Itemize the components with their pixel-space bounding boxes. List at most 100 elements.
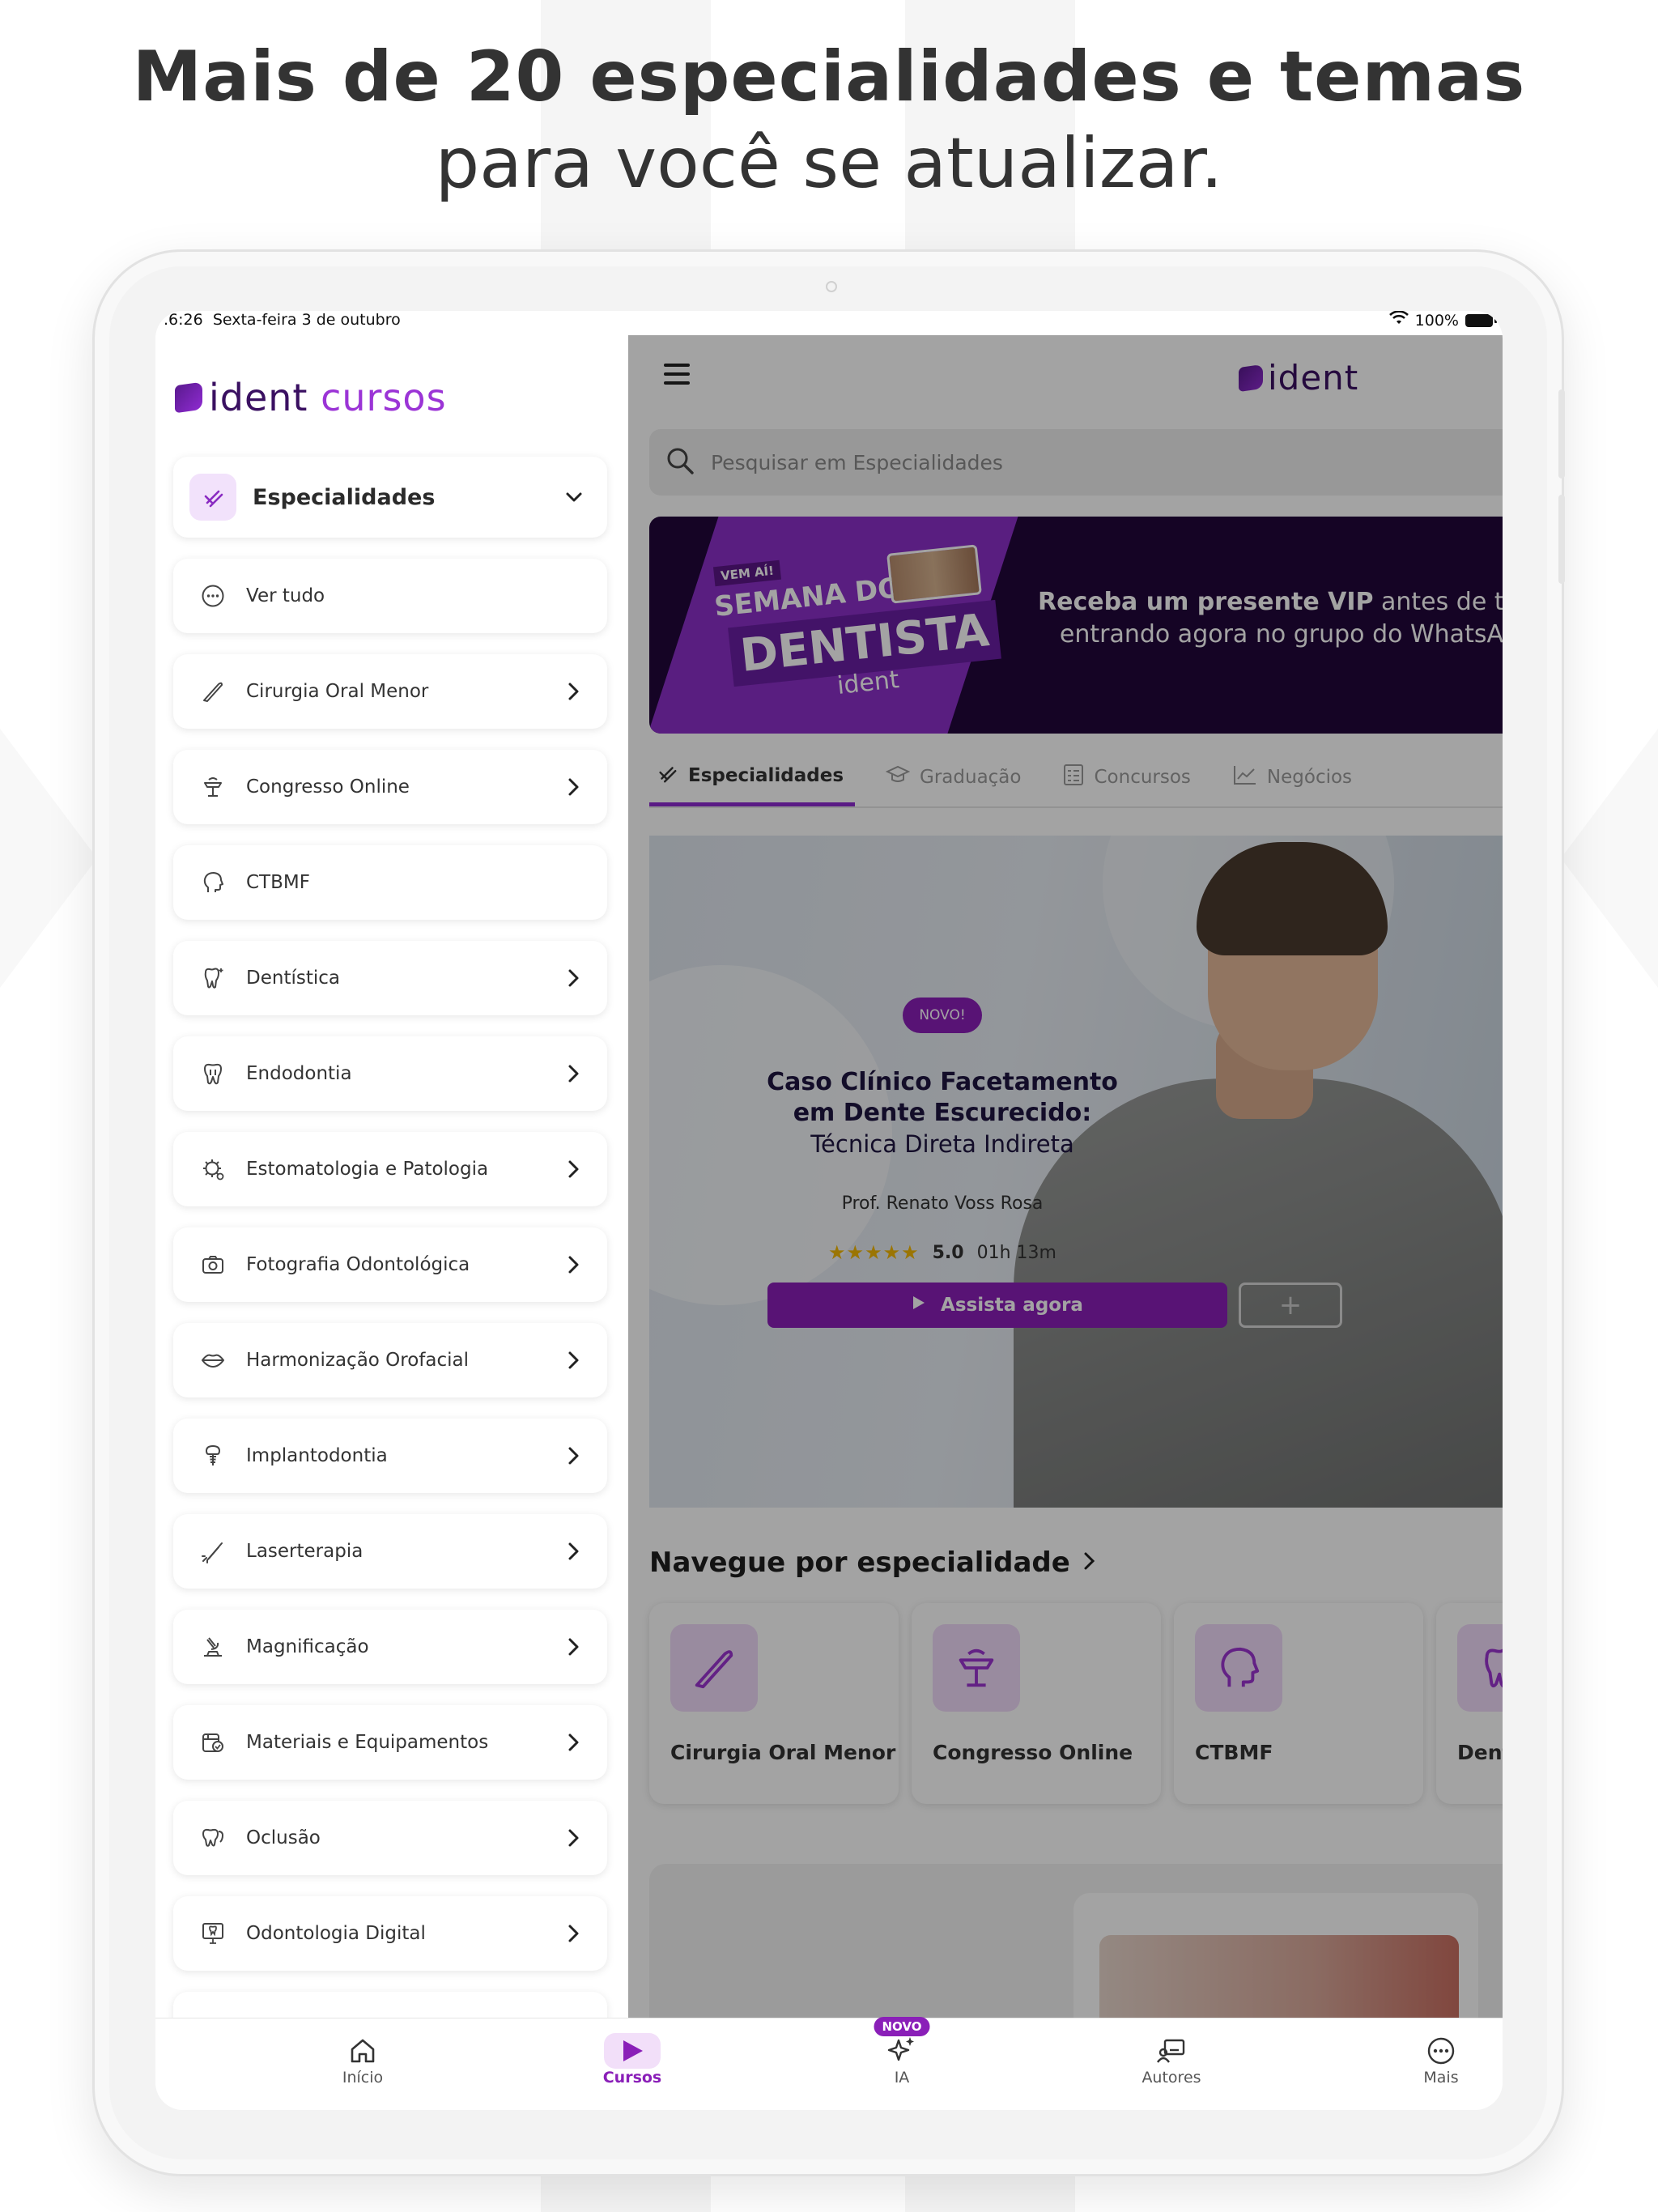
section-title: Navegue por especialidade [649,1546,1070,1579]
sidebar-item-label: Magnificação [246,1636,369,1657]
course-title-line-2: em Dente Escurecido: [793,1099,1092,1127]
sidebar-item-label: Materiais e Equipamentos [246,1732,489,1753]
ident-logo[interactable]: ident [1239,358,1358,398]
tab-graduacao[interactable]: Graduação [879,748,1032,806]
tabbar-ia[interactable]: NOVO IA [837,2017,967,2087]
banner-message-line-2: entrando agora no grupo do WhatsApp [1059,620,1503,649]
course-author: Prof. Renato Voss Rosa [841,1193,1044,1214]
headline-line-1: Mais de 20 especialidades e temas [132,36,1526,117]
watch-now-button[interactable]: Assista agora [767,1283,1227,1328]
sidebar-item[interactable]: Laserterapia [173,1514,607,1589]
banner-message: Receba um presente VIP antes de todos en… [1038,586,1503,651]
scalpel-icon [201,679,225,704]
front-camera [826,281,837,292]
specialty-card[interactable]: Dent [1436,1603,1503,1804]
sidebar-item[interactable]: Fotografia Odontológica [173,1227,607,1302]
sidebar-item-label: Implantodontia [246,1445,388,1466]
sidebar-item[interactable]: Odontopediatria [173,1992,607,2018]
sidebar-item-label: Dentística [246,968,340,989]
implant-icon [201,1444,225,1468]
logo-mark-icon [1239,364,1263,392]
sparkles-icon [887,2035,916,2067]
course-meta: ★★★★★ 5.0 01h 13m [764,1241,1120,1264]
sidebar-item[interactable]: Odontologia Digital [173,1896,607,1971]
hero-actions: Assista agora + [767,1283,1342,1328]
sidebar-item[interactable]: Oclusão [173,1801,607,1875]
play-icon [912,1295,926,1316]
dots-circle-icon [201,584,225,608]
chevron-right-icon [562,1444,586,1468]
sidebar-item[interactable]: Endodontia [173,1036,607,1111]
add-to-list-button[interactable]: + [1239,1283,1342,1328]
rating-value: 5.0 [932,1242,964,1263]
sidebar-item[interactable]: CTBMF [173,845,607,920]
specialty-card[interactable]: CTBMF [1174,1603,1423,1804]
chevron-right-icon [562,1635,586,1659]
sidebar-item-label: Odontologia Digital [246,1923,426,1944]
sidebar-item-label: Congresso Online [246,776,410,798]
course-title-line-1: Caso Clínico Facetamento [767,1068,1118,1096]
tab-label: Concursos [1094,767,1191,788]
sidebar-item[interactable]: Materiais e Equipamentos [173,1705,607,1780]
logo-text: ident [209,376,308,419]
tab-especialidades[interactable]: Especialidades [649,748,856,806]
rating-stars-icon: ★★★★★ [828,1241,920,1264]
banner-message-bold: Receba um presente VIP [1038,588,1374,616]
virus-icon [201,1157,225,1181]
camera-icon [201,1253,225,1277]
sidebar-item-label: Harmonização Orofacial [246,1350,470,1371]
sidebar-item-label: Oclusão [246,1827,321,1848]
tablet-screen: .6:26 Sexta-feira 3 de outubro 100% iden… [155,311,1503,2110]
chevron-right-icon [562,1348,586,1372]
sidebar-item[interactable]: Magnificação [173,1610,607,1684]
specialty-card-label: Cirurgia Oral Menor [670,1741,896,1764]
bottom-tab-bar: Início Cursos NOVO IA Autores Mais [155,2017,1503,2110]
sidebar-item[interactable]: Ver tudo [173,559,607,633]
main-content: ident Pesquisar em Especialidades VEM AÍ… [628,335,1503,2018]
specialties-dropdown[interactable]: Especialidades [173,457,607,538]
watch-now-label: Assista agora [941,1295,1083,1316]
chevron-right-icon [562,1061,586,1086]
tabbar-label: Mais [1423,2069,1459,2087]
sidebar-item[interactable]: Dentística [173,941,607,1015]
search-input[interactable]: Pesquisar em Especialidades [649,429,1503,496]
sidebar-item-label: Estomatologia e Patologia [246,1159,489,1180]
status-bar: .6:26 Sexta-feira 3 de outubro 100% [155,311,1503,335]
tab-negocios[interactable]: Negócios [1226,748,1363,806]
chevron-right-icon [1082,1546,1098,1579]
tabbar-autores[interactable]: Autores [1107,2033,1236,2087]
tabbar-mais[interactable]: Mais [1376,2033,1503,2087]
logo-accent: cursos [321,376,447,419]
tab-concursos[interactable]: Concursos [1056,748,1201,806]
tooth-tools-icon [656,762,678,789]
sidebar-item-label: Laserterapia [246,1541,363,1562]
promo-banner[interactable]: VEM AÍ! SEMANA DO DENTISTA ident Receba … [649,517,1503,734]
ident-cursos-logo[interactable]: ident cursos [175,376,447,419]
specialty-card-label: Dent [1457,1741,1503,1764]
sidebar-item[interactable]: Harmonização Orofacial [173,1323,607,1397]
sidebar-item[interactable]: Cirurgia Oral Menor [173,654,607,729]
featured-course-hero[interactable]: NOVO! Caso Clínico Facetamento em Dente … [649,836,1503,1508]
chevron-right-icon [562,1826,586,1850]
sidebar-item[interactable]: Congresso Online [173,750,607,824]
sidebar-item[interactable]: Estomatologia e Patologia [173,1132,607,1206]
sidebar-item-label: Cirurgia Oral Menor [246,681,429,702]
tabbar-inicio[interactable]: Início [298,2033,427,2087]
banner-message-rest: antes de todos [1381,588,1503,616]
chevron-right-icon [562,775,586,799]
chevron-right-icon [562,966,586,990]
hamburger-menu-icon[interactable] [662,359,691,389]
chart-up-icon [1233,764,1257,790]
background-chevron [0,729,97,988]
tabbar-cursos[interactable]: Cursos [568,2033,697,2087]
brand-text: ident [1268,358,1359,398]
checklist-icon [1063,764,1084,791]
sidebar-item[interactable]: Implantodontia [173,1419,607,1493]
hero-content: NOVO! Caso Clínico Facetamento em Dente … [764,998,1120,1264]
browse-by-specialty-link[interactable]: Navegue por especialidade [649,1546,1098,1579]
specialty-card[interactable]: Congresso Online [912,1603,1161,1804]
specialty-card[interactable]: Cirurgia Oral Menor [649,1603,899,1804]
scalpel-icon [670,1624,758,1712]
play-icon [604,2033,661,2069]
sidebar-item-label: Endodontia [246,1063,352,1084]
